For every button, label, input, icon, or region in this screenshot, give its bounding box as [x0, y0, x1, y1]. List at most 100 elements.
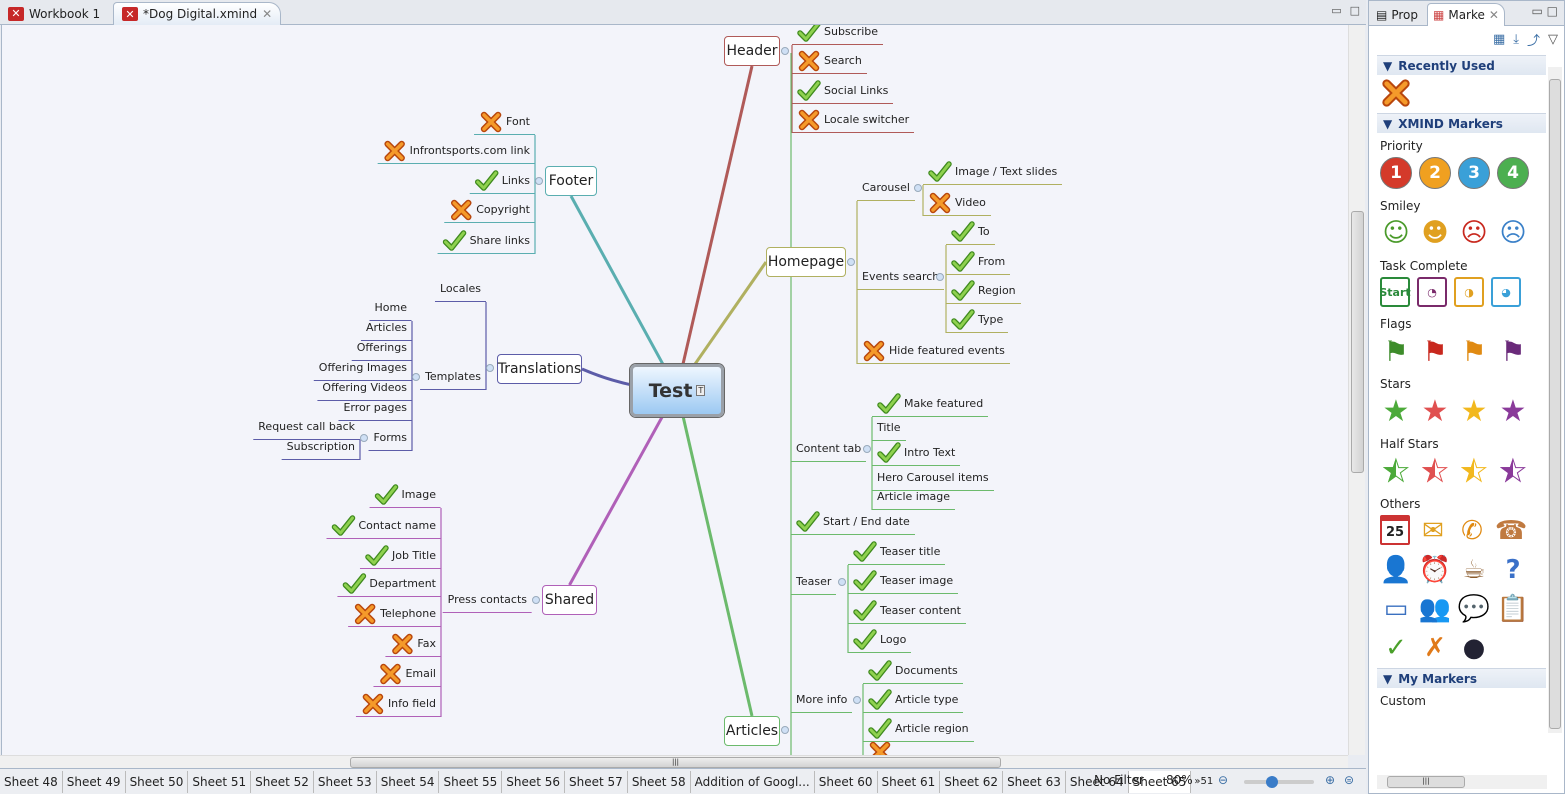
check-marker-icon[interactable] [853, 628, 877, 652]
minimize-icon[interactable]: ▭ [1331, 4, 1341, 17]
task-quarter-icon[interactable]: ◔ [1417, 277, 1447, 307]
sheet-tab[interactable]: Sheet 54 [377, 770, 440, 793]
collapse-toggle[interactable] [853, 696, 861, 704]
zoom-out-icon[interactable]: ⊖ [1218, 773, 1228, 787]
id-card-icon[interactable]: ▭ [1380, 593, 1412, 625]
branch-homepage[interactable]: Homepage [766, 247, 846, 277]
topic[interactable]: To [946, 219, 995, 245]
tab-properties[interactable]: ▤ Prop [1371, 3, 1423, 26]
tab-workbook-1[interactable]: ✕ Workbook 1 [0, 2, 108, 25]
topic[interactable]: Content tab [791, 436, 867, 462]
topic[interactable]: Events search [857, 264, 945, 290]
sheet-tab[interactable]: Sheet 56 [502, 770, 566, 793]
sheet-tab[interactable]: Sheet 53 [314, 770, 377, 793]
sheet-tab[interactable]: Sheet 52 [251, 770, 314, 793]
section-xmind-markers[interactable]: ▼ XMIND Markers [1377, 113, 1546, 133]
topic[interactable]: Infrontsports.com link [377, 138, 535, 164]
sheet-tab[interactable]: Sheet 62 [940, 770, 1004, 793]
question-icon[interactable]: ? [1497, 554, 1529, 586]
topic[interactable]: Press contacts [442, 587, 532, 613]
collapse-toggle[interactable] [535, 177, 543, 185]
check-marker-icon[interactable] [365, 544, 389, 568]
half-star-icon[interactable]: ★ [1497, 453, 1529, 489]
collapse-toggle[interactable] [360, 434, 368, 442]
flag-icon[interactable]: ⚑ [1458, 335, 1490, 368]
branch-translations[interactable]: Translations [497, 354, 582, 384]
panel-scrollbar[interactable] [1548, 67, 1562, 733]
topic[interactable]: Image [369, 482, 441, 508]
sheet-tab[interactable]: Sheet 55 [439, 770, 503, 793]
star-icon[interactable]: ★ [1419, 394, 1451, 429]
priority-4-icon[interactable]: 4 [1497, 157, 1529, 189]
collapse-toggle[interactable] [781, 726, 789, 734]
sheet-tab[interactable]: Sheet 49 [63, 770, 126, 793]
topic[interactable]: Region [946, 278, 1021, 304]
cross-marker-icon[interactable] [1380, 77, 1412, 109]
angry-icon[interactable]: ☹ [1458, 217, 1490, 249]
check-marker-icon[interactable] [951, 308, 975, 332]
person-icon[interactable]: 👤 [1380, 554, 1412, 586]
branch-footer[interactable]: Footer [545, 166, 597, 196]
tab-markers[interactable]: ▦ Marke ✕ [1427, 3, 1505, 26]
priority-1-icon[interactable]: 1 [1380, 157, 1412, 189]
check-marker-icon[interactable] [877, 392, 901, 416]
scroll-thumb[interactable]: ||| [350, 757, 1001, 768]
topic[interactable]: Carousel [857, 175, 915, 201]
collapse-toggle[interactable] [412, 373, 420, 381]
topic[interactable]: Templates [420, 364, 486, 390]
topic[interactable] [863, 739, 900, 755]
close-tab-icon[interactable]: ✕ [1489, 8, 1499, 22]
sheet-tab[interactable]: Sheet 48 [0, 770, 63, 793]
check-marker-icon[interactable] [853, 599, 877, 623]
task-three-quarter-icon[interactable]: ◕ [1491, 277, 1521, 307]
collapse-toggle[interactable] [486, 364, 494, 372]
check-marker-icon[interactable] [853, 540, 877, 564]
collapse-toggle[interactable] [936, 273, 944, 281]
topic[interactable]: Email [373, 661, 441, 687]
phone-icon[interactable]: ✆ [1456, 515, 1488, 547]
check-marker-icon[interactable] [868, 659, 892, 683]
sheet-tab[interactable]: Sheet 50 [126, 770, 189, 793]
topic[interactable]: Video [923, 190, 991, 216]
branch-articles[interactable]: Articles [724, 716, 780, 746]
check-marker-icon[interactable] [474, 169, 499, 193]
collapse-toggle[interactable] [863, 445, 871, 453]
cross-marker-icon[interactable] [390, 632, 414, 656]
topic[interactable]: Image / Text slides [923, 159, 1063, 185]
flag-icon[interactable]: ⚑ [1419, 335, 1451, 368]
topic[interactable]: Locales [434, 276, 486, 302]
vertical-scrollbar[interactable] [1348, 25, 1365, 755]
sheet-tab[interactable]: Sheet 57 [565, 770, 628, 793]
mail-icon[interactable]: ✉ [1417, 515, 1449, 547]
export-icon[interactable]: ⤴ [1527, 30, 1540, 49]
section-my-markers[interactable]: ▼ My Markers [1377, 668, 1546, 688]
cross-marker-icon[interactable] [479, 110, 503, 134]
topic[interactable]: Hide featured events [857, 338, 1010, 364]
topic[interactable]: More info [791, 687, 853, 713]
topic[interactable]: Teaser [791, 569, 837, 595]
bomb-icon[interactable]: ● [1458, 632, 1490, 664]
sheet-tab[interactable]: Sheet 61 [878, 770, 941, 793]
check-marker-icon[interactable] [853, 569, 877, 593]
star-icon[interactable]: ★ [1458, 394, 1490, 429]
topic[interactable]: Teaser image [848, 568, 959, 594]
sheet-tab[interactable]: Sheet 51 [188, 770, 252, 793]
topic[interactable]: Logo [848, 627, 912, 653]
flag-icon[interactable]: ⚑ [1497, 335, 1529, 368]
close-tab-icon[interactable]: ✕ [262, 7, 272, 21]
star-icon[interactable]: ★ [1497, 394, 1529, 429]
check-marker-icon[interactable] [342, 572, 367, 596]
sheet-tab[interactable]: Sheet 63 [1003, 770, 1066, 793]
laugh-icon[interactable]: ☻ [1419, 217, 1451, 249]
zoom-slider[interactable] [1244, 776, 1314, 788]
cross-marker-icon[interactable] [797, 49, 821, 73]
cross-marker-icon[interactable] [383, 139, 407, 163]
topic[interactable]: From [946, 249, 1011, 275]
topic[interactable]: Forms [368, 425, 412, 451]
cry-icon[interactable]: ☹ [1497, 217, 1529, 249]
minimize-icon[interactable]: ▭ □ [1532, 4, 1559, 18]
cross-marker-icon[interactable] [378, 662, 402, 686]
topic[interactable]: Share links [437, 228, 535, 254]
topic[interactable]: Telephone [348, 601, 441, 627]
cross-icon[interactable]: ✗ [1419, 632, 1451, 664]
